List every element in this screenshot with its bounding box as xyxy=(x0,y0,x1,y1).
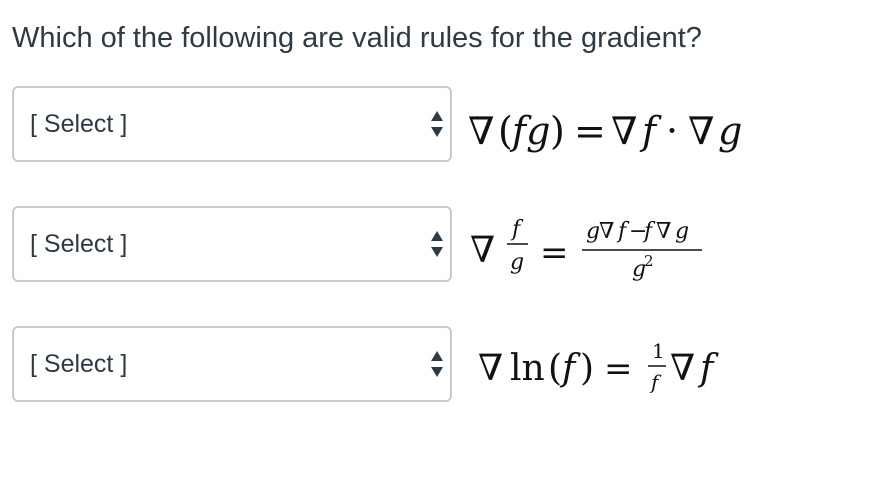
svg-text:∇: ∇ xyxy=(670,348,695,389)
svg-text:g: g xyxy=(510,250,524,275)
svg-text:ln: ln xyxy=(510,348,545,389)
svg-text:fg: fg xyxy=(509,109,550,153)
svg-text:f: f xyxy=(559,348,581,389)
rule-2-select[interactable]: [ Select ] xyxy=(12,206,452,282)
svg-text:=: = xyxy=(604,349,633,389)
svg-text:∇: ∇ xyxy=(470,230,495,271)
rule-3-formula: ∇ ln ( f ) = 1 f ∇ f xyxy=(456,326,856,402)
svg-text:f: f xyxy=(510,217,524,242)
rule-3-row: [ Select ] ∇ ln ( f ) = 1 f ∇ f xyxy=(12,326,862,402)
rule-1-select[interactable]: [ Select ] xyxy=(12,86,452,162)
svg-text:): ) xyxy=(580,348,594,389)
rule-1-formula: ∇ ( fg ) = ∇ f · ∇ g xyxy=(456,86,856,162)
svg-text:f: f xyxy=(697,348,719,389)
select-value: [ Select ] xyxy=(30,110,128,138)
rule-3-select[interactable]: [ Select ] xyxy=(12,326,452,402)
svg-text:g: g xyxy=(586,219,600,244)
svg-text:(: ( xyxy=(548,348,562,389)
up-down-arrows-icon xyxy=(430,230,444,258)
up-down-arrows-icon xyxy=(430,110,444,138)
svg-text:f: f xyxy=(649,370,662,394)
svg-text:∇: ∇ xyxy=(599,219,614,244)
select-value: [ Select ] xyxy=(30,350,128,378)
svg-text:=: = xyxy=(574,109,606,153)
rule-row-1: [ Select ] ∇ ( fg ) = ∇ f · ∇ g xyxy=(12,86,862,162)
svg-text:∇: ∇ xyxy=(656,219,671,244)
svg-text:g: g xyxy=(718,109,742,153)
svg-text:∇: ∇ xyxy=(688,109,715,153)
svg-text:∇: ∇ xyxy=(478,348,503,389)
rule-2-row: [ Select ] ∇ f g = g ∇ f − f ∇ g g 2 xyxy=(12,206,862,282)
up-down-arrows-icon xyxy=(430,350,444,378)
svg-text:·: · xyxy=(666,109,678,153)
svg-text:f: f xyxy=(616,219,630,244)
svg-text:(: ( xyxy=(498,109,513,153)
svg-text:f: f xyxy=(639,109,662,153)
svg-text:∇: ∇ xyxy=(468,109,495,153)
question-text: Which of the following are valid rules f… xyxy=(12,22,702,54)
svg-text:1: 1 xyxy=(652,339,665,363)
svg-text:2: 2 xyxy=(644,252,654,270)
svg-text:∇: ∇ xyxy=(611,109,638,153)
select-value: [ Select ] xyxy=(30,230,128,258)
svg-text:): ) xyxy=(550,109,565,153)
svg-text:=: = xyxy=(540,233,569,273)
rule-2-formula: ∇ f g = g ∇ f − f ∇ g g 2 xyxy=(456,206,856,282)
svg-text:f: f xyxy=(642,219,656,244)
svg-text:g: g xyxy=(675,219,689,244)
